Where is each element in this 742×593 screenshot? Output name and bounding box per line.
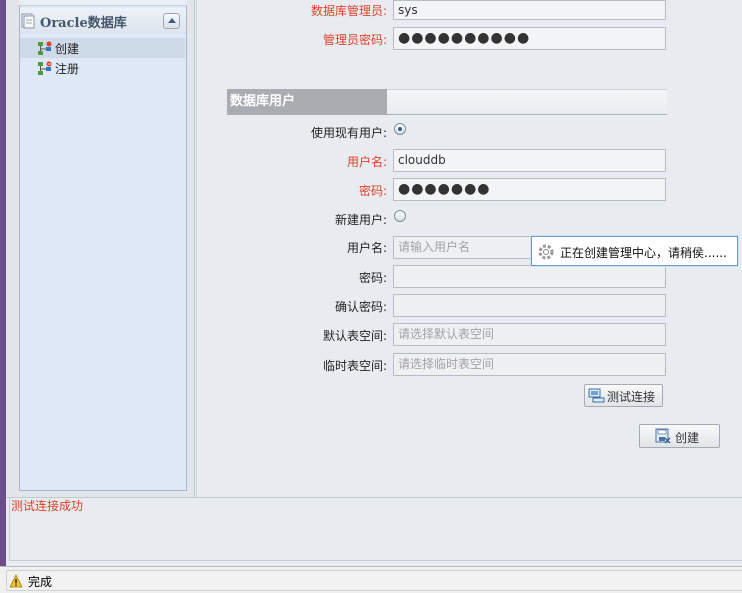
confirm-password-input[interactable] [393,294,666,317]
create-button[interactable]: 创建 [639,424,720,448]
sidebar-item-label: 创建 [55,42,80,56]
dba-label: 数据库管理员: [310,4,387,18]
use-existing-radio[interactable] [394,123,406,135]
collapse-button[interactable] [163,13,180,29]
create-label: 创建 [675,431,700,445]
new-password-label: 密码: [358,271,387,285]
status-text: 完成 [28,575,53,589]
default-tablespace-select[interactable]: 请选择默认表空间 [393,323,666,346]
sidebar-item-label: 注册 [55,62,80,76]
new-user-label: 新建用户: [334,213,387,227]
temp-tablespace-select[interactable]: 请选择临时表空间 [393,353,666,376]
log-message: 测试连接成功 [11,499,84,513]
tree-create-icon [38,41,52,55]
confirm-password-label: 确认密码: [334,300,387,314]
new-user-radio[interactable] [394,210,406,222]
new-username-label: 用户名: [346,241,387,255]
default-tablespace-label: 默认表空间: [322,329,387,343]
loading-spinner-icon [538,244,554,260]
section-title: 数据库用户 [227,89,387,115]
existing-username-input[interactable]: clouddb [393,149,666,172]
warning-icon [9,574,23,588]
tree-register-icon [38,61,52,75]
log-content [9,498,742,561]
connection-icon [588,388,605,403]
test-connection-label: 测试连接 [607,390,656,404]
dba-input[interactable]: sys [393,0,666,20]
existing-username-label: 用户名: [346,155,387,169]
panel-header-band [19,0,187,6]
existing-password-label: 密码: [358,184,387,198]
dba-password-input[interactable]: ●●●●●●●●●● [393,27,666,50]
accordion-title: Oracle数据库 [40,16,127,31]
toast-message: 正在创建管理中心，请稍侯...... [560,246,727,260]
section-divider [387,89,667,115]
new-password-input[interactable] [393,265,666,288]
temp-tablespace-label: 临时表空间: [322,359,387,373]
status-pane [6,570,742,591]
existing-password-input[interactable]: ●●●●●●● [393,178,666,201]
dba-password-label: 管理员密码: [322,33,387,47]
save-icon [655,428,671,444]
test-connection-button[interactable]: 测试连接 [584,384,663,407]
database-icon [21,13,35,29]
use-existing-label: 使用现有用户: [310,126,387,140]
